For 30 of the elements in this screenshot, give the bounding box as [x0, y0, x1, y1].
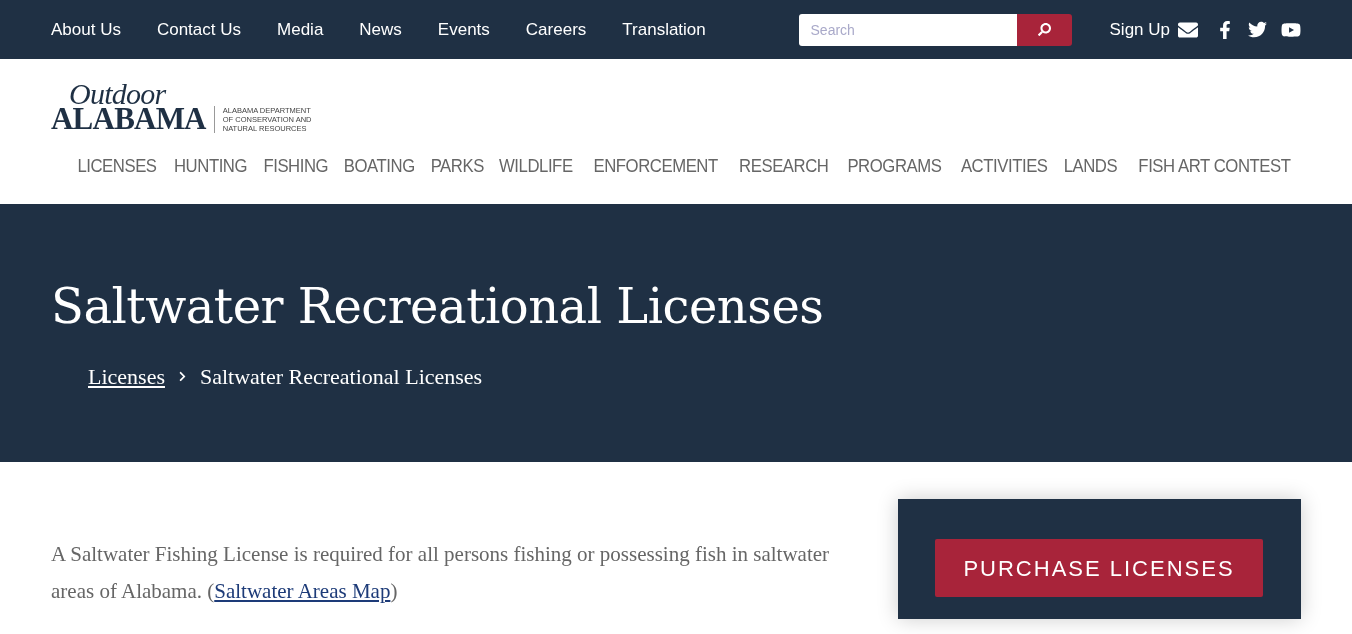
search-icon: [1037, 23, 1051, 36]
search-field[interactable]: Search: [798, 13, 1017, 46]
main-nav-link[interactable]: LANDS: [1063, 152, 1118, 181]
twitter-icon[interactable]: [1248, 20, 1267, 39]
main-nav-link[interactable]: WILDLIFE: [499, 152, 573, 181]
main-nav-link[interactable]: PARKS: [430, 152, 484, 181]
sign-up-link[interactable]: Sign Up: [1109, 16, 1170, 43]
top-nav-link[interactable]: About Us: [51, 16, 121, 43]
top-nav-link[interactable]: News: [359, 16, 402, 43]
top-nav-link[interactable]: Media: [277, 16, 324, 43]
main-nav-link[interactable]: HUNTING: [173, 152, 247, 181]
purchase-licenses-button[interactable]: PURCHASE LICENSES: [935, 539, 1263, 597]
top-nav-link[interactable]: Events: [437, 16, 490, 43]
top-nav-link[interactable]: Translation: [622, 16, 706, 43]
main-nav-link[interactable]: ACTIVITIES: [960, 152, 1048, 181]
search-button[interactable]: [1016, 13, 1072, 46]
breadcrumb-current: Saltwater Recreational Licenses: [199, 363, 483, 391]
breadcrumb-link[interactable]: Licenses: [88, 360, 165, 393]
top-nav-link[interactable]: Contact Us: [156, 16, 242, 43]
main-nav-link[interactable]: ENFORCEMENT: [593, 152, 718, 181]
main-nav-link[interactable]: FISH ART CONTEST: [1138, 152, 1291, 181]
main-nav-link[interactable]: RESEARCH: [738, 152, 829, 181]
page-title: Saltwater Recreational Licenses: [51, 282, 825, 330]
main-nav-link[interactable]: FISHING: [263, 152, 328, 181]
saltwater-map-link[interactable]: Saltwater Areas Map: [214, 579, 391, 603]
intro-paragraph: A Saltwater Fishing License is required for all persons fishing or possessing fish in saltwater areas of Alabama. (Saltwater Areas Map): [51, 541, 831, 605]
main-nav-link[interactable]: LICENSES: [77, 152, 157, 181]
top-nav-link[interactable]: Careers: [525, 16, 587, 43]
main-nav-link[interactable]: PROGRAMS: [847, 152, 942, 181]
main-nav-link[interactable]: BOATING: [344, 152, 415, 181]
